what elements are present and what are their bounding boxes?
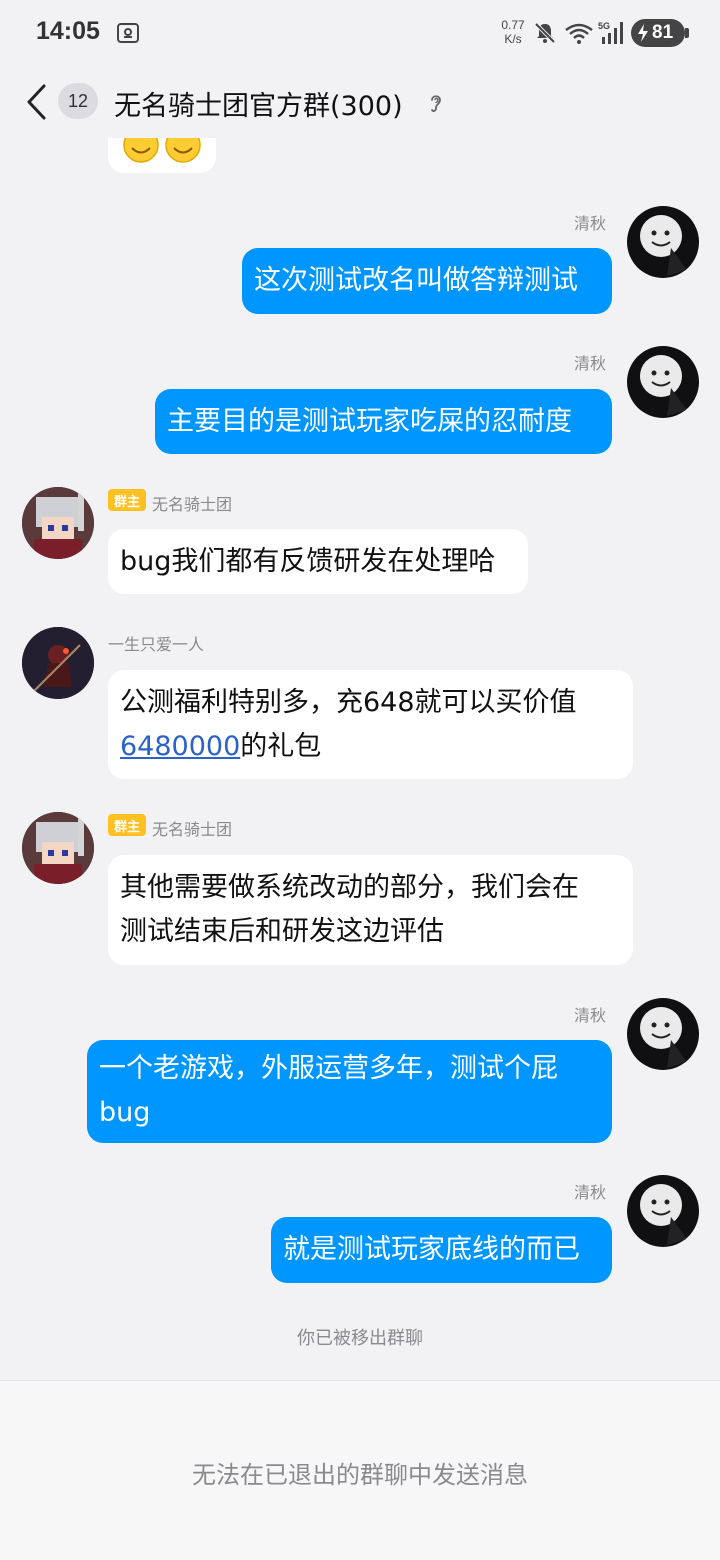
- message-bubble-incoming[interactable]: bug我们都有反馈研发在处理哈: [108, 529, 528, 594]
- avatar[interactable]: [22, 812, 94, 884]
- avatar[interactable]: [627, 1175, 699, 1247]
- message-text-line: 6480000的礼包: [120, 725, 621, 769]
- message-bubble-incoming[interactable]: 公测福利特别多，充648就可以买价值 6480000的礼包: [108, 670, 633, 779]
- message-text-tail: 的礼包: [240, 731, 322, 762]
- message-bubble-incoming[interactable]: 其他需要做系统改动的部分，我们会在 测试结束后和研发这边评估: [108, 855, 633, 965]
- sender-name: 清秋: [573, 354, 606, 373]
- ear-icon: [431, 95, 441, 112]
- sender-name: 清秋: [573, 214, 606, 233]
- moon-face-avatar-icon: [640, 1184, 687, 1245]
- message-text-line: 测试结束后和研发这边评估: [120, 916, 444, 947]
- status-time: 14:05: [36, 17, 100, 45]
- message-bubble-outgoing[interactable]: 主要目的是测试玩家吃屎的忍耐度: [155, 389, 612, 454]
- unread-count-badge[interactable]: 12: [58, 83, 98, 119]
- sender-name: 无名骑士团: [152, 495, 233, 514]
- system-notice: 你已被移出群聊: [297, 1328, 423, 1349]
- number-link[interactable]: 6480000: [120, 731, 240, 762]
- previous-message-bubble[interactable]: [108, 138, 216, 173]
- message-bubble-outgoing[interactable]: 一个老游戏，外服运营多年，测试个屁 bug: [87, 1040, 612, 1143]
- back-arrow-icon[interactable]: [24, 82, 48, 122]
- mute-icon: [534, 22, 556, 44]
- avatar[interactable]: [627, 998, 699, 1070]
- sender-name: 一生只爱一人: [108, 635, 205, 654]
- network-speed-value: 0.77: [501, 18, 525, 32]
- battery-indicator: 81: [631, 19, 689, 47]
- message-bubble-outgoing[interactable]: 这次测试改名叫做答辩测试: [242, 248, 612, 314]
- smile-emoji-icon: [165, 138, 201, 163]
- message-text: 这次测试改名叫做答辩测试: [254, 265, 578, 296]
- message-text-line: bug: [99, 1097, 151, 1128]
- owner-role-badge: 群主: [108, 814, 146, 836]
- dark-warrior-avatar-icon: [22, 627, 94, 699]
- status-bar: 14:05 0.77 K/s 5G 81: [0, 0, 720, 66]
- message-text: 主要目的是测试玩家吃屎的忍耐度: [167, 406, 572, 437]
- sender-name: 无名骑士团: [152, 820, 233, 839]
- smile-emoji-icon: [123, 138, 159, 163]
- avatar[interactable]: [627, 346, 699, 418]
- network-speed-unit: K/s: [504, 32, 522, 46]
- chat-header: 12 无名骑士团官方群(300): [0, 66, 720, 138]
- moon-face-avatar-icon: [640, 355, 687, 416]
- message-text: bug我们都有反馈研发在处理哈: [120, 546, 496, 577]
- moon-face-avatar-icon: [640, 1007, 687, 1068]
- avatar[interactable]: [22, 487, 94, 559]
- moon-face-avatar-icon: [640, 215, 687, 276]
- message-bubble-outgoing[interactable]: 就是测试玩家底线的而已: [271, 1217, 612, 1283]
- battery-level: 81: [652, 22, 674, 43]
- svg-text:5G: 5G: [598, 21, 610, 31]
- message-text-line: 一个老游戏，外服运营多年，测试个屁: [99, 1053, 558, 1084]
- sender-name: 清秋: [573, 1183, 606, 1202]
- message-text: 就是测试玩家底线的而已: [283, 1234, 580, 1265]
- network-speed: 0.77 K/s: [497, 18, 529, 46]
- message-text-line: 公测福利特别多，充648就可以买价值: [120, 687, 577, 718]
- message-text-line: 其他需要做系统改动的部分，我们会在: [120, 872, 579, 903]
- screen-cast-icon: [117, 23, 139, 43]
- avatar[interactable]: [22, 627, 94, 699]
- signal-icon: 5G: [598, 21, 623, 44]
- wifi-icon: [565, 23, 593, 44]
- sender-name: 清秋: [573, 1006, 606, 1025]
- message-list[interactable]: 清秋 这次测试改名叫做答辩测试 清秋 主要目的是测试玩家吃屎的忍耐度 群主 无名…: [0, 138, 720, 1380]
- cannot-send-notice: 无法在已退出的群聊中发送消息: [192, 1461, 528, 1489]
- group-title[interactable]: 无名骑士团官方群(300): [114, 84, 403, 123]
- charging-icon: [638, 24, 648, 42]
- input-area-disabled: 无法在已退出的群聊中发送消息: [0, 1380, 720, 1560]
- pixel-knight-avatar-icon: [22, 812, 94, 884]
- owner-role-badge: 群主: [108, 489, 146, 511]
- pixel-knight-avatar-icon: [22, 487, 94, 559]
- avatar[interactable]: [627, 206, 699, 278]
